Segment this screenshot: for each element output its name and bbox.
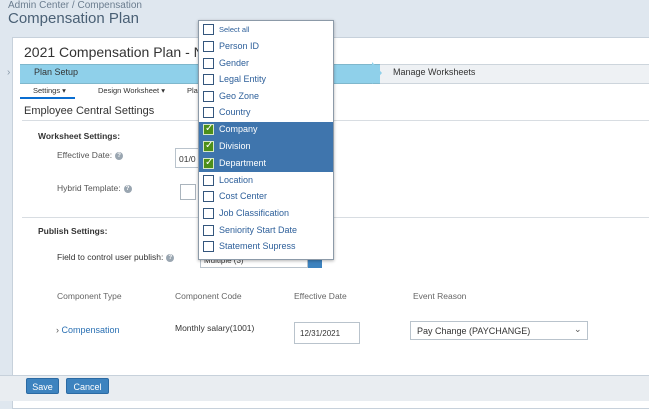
column-header: Component Type bbox=[57, 291, 122, 301]
option-statement-supress[interactable]: Statement Supress bbox=[199, 239, 333, 255]
save-button[interactable]: Save bbox=[26, 378, 59, 394]
hybrid-template-label: Hybrid Template:? bbox=[57, 183, 132, 193]
step-manage-worksheets-label: Manage Worksheets bbox=[393, 67, 476, 77]
option-location[interactable]: Location bbox=[199, 173, 333, 189]
hybrid-template-checkbox[interactable] bbox=[180, 184, 196, 200]
publish-field-label: Field to control user publish:? bbox=[57, 252, 175, 262]
option-job-classification[interactable]: Job Classification bbox=[199, 206, 333, 222]
help-icon[interactable]: ? bbox=[123, 184, 132, 193]
checkbox[interactable] bbox=[203, 175, 214, 186]
event-reason-select[interactable]: Pay Change (PAYCHANGE) bbox=[410, 321, 588, 340]
column-header: Event Reason bbox=[413, 291, 467, 301]
component-effective-date-input[interactable]: 12/31/2021 bbox=[294, 322, 360, 344]
option-company[interactable]: Company bbox=[199, 122, 333, 139]
component-code: Monthly salary(1001) bbox=[175, 323, 255, 333]
column-header: Component Code bbox=[175, 291, 242, 301]
help-icon[interactable]: ? bbox=[166, 253, 175, 262]
option-label: Country bbox=[219, 107, 251, 117]
section-title: Employee Central Settings bbox=[24, 105, 155, 117]
option-label: Statement Supress bbox=[219, 241, 296, 251]
checkbox[interactable] bbox=[203, 225, 214, 236]
select-all-option[interactable]: Select all bbox=[199, 22, 333, 38]
option-label: Department bbox=[219, 158, 267, 168]
option-legal-entity[interactable]: Legal Entity bbox=[199, 72, 333, 88]
cancel-button[interactable]: Cancel bbox=[66, 378, 109, 394]
chevron-right-icon[interactable]: › bbox=[7, 67, 10, 78]
checkbox[interactable] bbox=[203, 74, 214, 85]
option-geo-zone[interactable]: Geo Zone bbox=[199, 89, 333, 105]
option-gender[interactable]: Gender bbox=[199, 56, 333, 72]
component-type-link[interactable]: › Compensation bbox=[56, 325, 120, 335]
tab-plan[interactable]: Pla bbox=[187, 86, 198, 95]
effective-date-label: Effective Date:? bbox=[57, 150, 124, 160]
option-label: Job Classification bbox=[219, 208, 290, 218]
chevron-down-icon[interactable]: ⌄ bbox=[574, 324, 582, 335]
step-plan-setup-label: Plan Setup bbox=[34, 67, 79, 77]
option-label: Seniority Start Date bbox=[219, 225, 298, 235]
divider bbox=[22, 120, 649, 121]
field-multiselect-dropdown[interactable]: Select all Person ID Gender Legal Entity… bbox=[198, 20, 334, 260]
tab-active-indicator bbox=[20, 97, 75, 99]
option-seniority-start-date[interactable]: Seniority Start Date bbox=[199, 223, 333, 239]
step-chevron-icon bbox=[372, 62, 382, 84]
option-division[interactable]: Division bbox=[199, 139, 333, 156]
checkbox-checked[interactable] bbox=[203, 157, 214, 169]
option-country[interactable]: Country bbox=[199, 105, 333, 121]
option-label: Geo Zone bbox=[219, 91, 260, 101]
checkbox[interactable] bbox=[203, 241, 214, 252]
option-label: Legal Entity bbox=[219, 74, 267, 84]
checkbox[interactable] bbox=[203, 24, 214, 35]
option-label: Division bbox=[219, 141, 251, 151]
checkbox[interactable] bbox=[203, 91, 214, 102]
checkbox[interactable] bbox=[203, 208, 214, 219]
divider bbox=[22, 217, 649, 218]
column-header: Effective Date bbox=[294, 291, 347, 301]
option-department[interactable]: Department bbox=[199, 156, 333, 172]
checkbox[interactable] bbox=[203, 41, 214, 52]
option-person-id[interactable]: Person ID bbox=[199, 39, 333, 55]
checkbox[interactable] bbox=[203, 58, 214, 69]
option-label: Cost Center bbox=[219, 191, 268, 201]
option-label: Person ID bbox=[219, 41, 260, 51]
option-label: Gender bbox=[219, 58, 250, 68]
checkbox[interactable] bbox=[203, 107, 214, 118]
help-icon[interactable]: ? bbox=[115, 151, 124, 160]
option-cost-center[interactable]: Cost Center bbox=[199, 189, 333, 205]
tab-design-worksheet[interactable]: Design Worksheet ▾ bbox=[98, 86, 165, 95]
option-label: Location bbox=[219, 175, 254, 185]
worksheet-settings-heading: Worksheet Settings: bbox=[38, 131, 121, 141]
tab-settings[interactable]: Settings ▾ bbox=[33, 86, 66, 95]
checkbox-checked[interactable] bbox=[203, 123, 214, 135]
effective-date-input[interactable]: 01/0 bbox=[175, 148, 200, 168]
option-label: Company bbox=[219, 124, 258, 134]
select-all-label: Select all bbox=[219, 25, 250, 34]
checkbox[interactable] bbox=[203, 191, 214, 202]
page-title: Compensation Plan bbox=[8, 10, 139, 27]
checkbox-checked[interactable] bbox=[203, 140, 214, 152]
publish-settings-heading: Publish Settings: bbox=[38, 226, 108, 236]
